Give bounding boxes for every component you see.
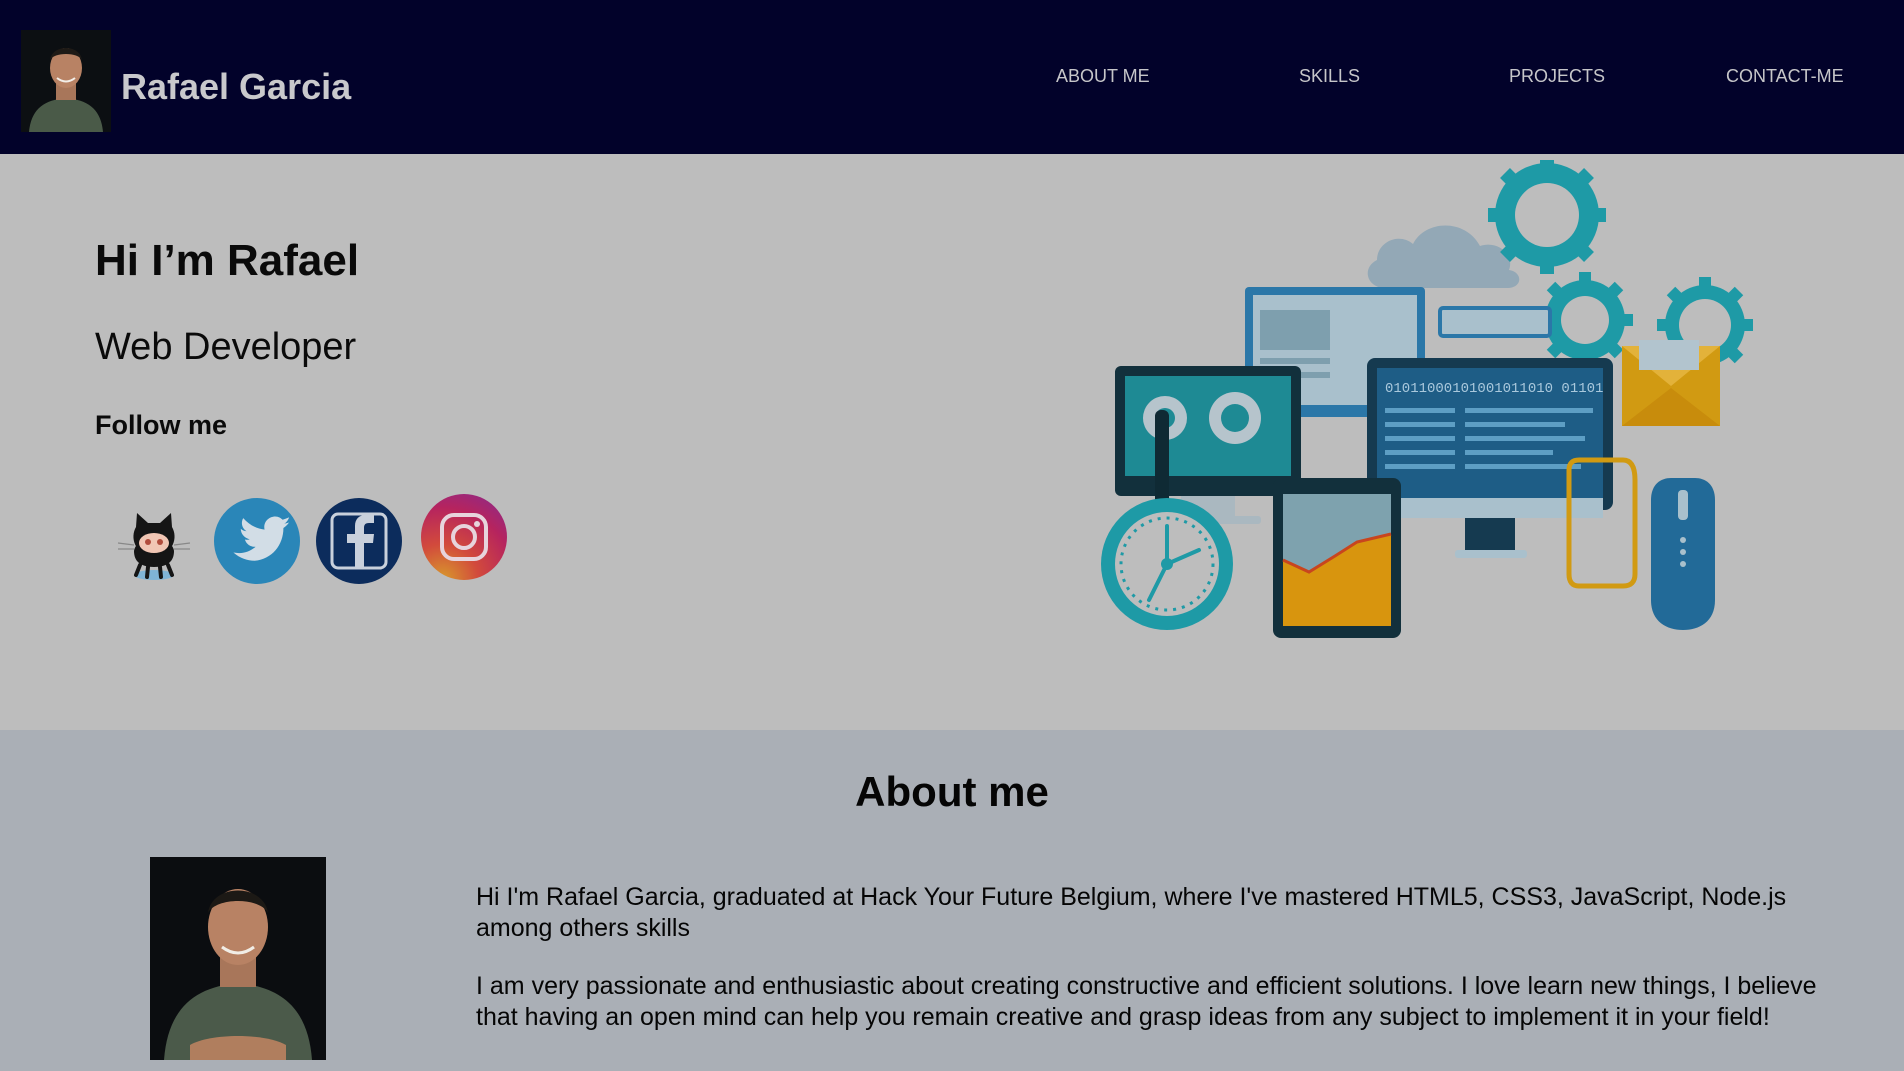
binary-code-text: 01011000101001011010 01101: [1385, 381, 1603, 397]
hero-greeting: Hi I’m Rafael: [95, 236, 360, 285]
cloud-icon: [1367, 225, 1520, 288]
about-section: About me Hi I'm Rafael Garcia, graduated…: [0, 730, 1904, 1071]
nav-about-me[interactable]: ABOUT ME: [1056, 66, 1150, 87]
follow-me-label: Follow me: [95, 410, 228, 440]
twitter-icon[interactable]: [213, 497, 301, 585]
about-title: About me: [855, 768, 1049, 815]
nav-contact-me[interactable]: CONTACT-ME: [1726, 66, 1844, 87]
about-photo: [150, 857, 326, 1060]
hero-role: Web Developer: [95, 326, 357, 368]
person-photo-icon: [150, 857, 326, 1060]
nav-projects[interactable]: PROJECTS: [1509, 66, 1605, 87]
about-paragraph: Hi I'm Rafael Garcia, graduated at Hack …: [476, 883, 1787, 942]
brand-name[interactable]: Rafael Garcia: [121, 66, 351, 108]
clock-icon: [1101, 498, 1233, 630]
about-paragraph: I am very passionate and enthusiastic ab…: [476, 972, 1817, 1031]
brand-avatar[interactable]: [21, 30, 111, 132]
nav-skills[interactable]: SKILLS: [1299, 66, 1360, 87]
person-photo-icon: [21, 30, 111, 132]
mouse-icon: [1651, 478, 1715, 630]
gear-icon: [1488, 156, 1606, 274]
facebook-icon[interactable]: [315, 497, 403, 585]
github-icon[interactable]: [110, 497, 198, 585]
tablet-chart-icon: [1273, 478, 1401, 638]
envelope-icon: [1622, 340, 1720, 426]
top-navigation-bar: Rafael Garcia ABOUT ME SKILLS PROJECTS C…: [0, 0, 1904, 154]
hero-section: Hi I’m Rafael Web Developer Follow me 01…: [0, 154, 1904, 730]
web-development-illustration: 01011000101001011010 01101: [1095, 156, 1765, 640]
input-bar-icon: [1438, 306, 1552, 338]
instagram-icon[interactable]: [420, 493, 508, 581]
